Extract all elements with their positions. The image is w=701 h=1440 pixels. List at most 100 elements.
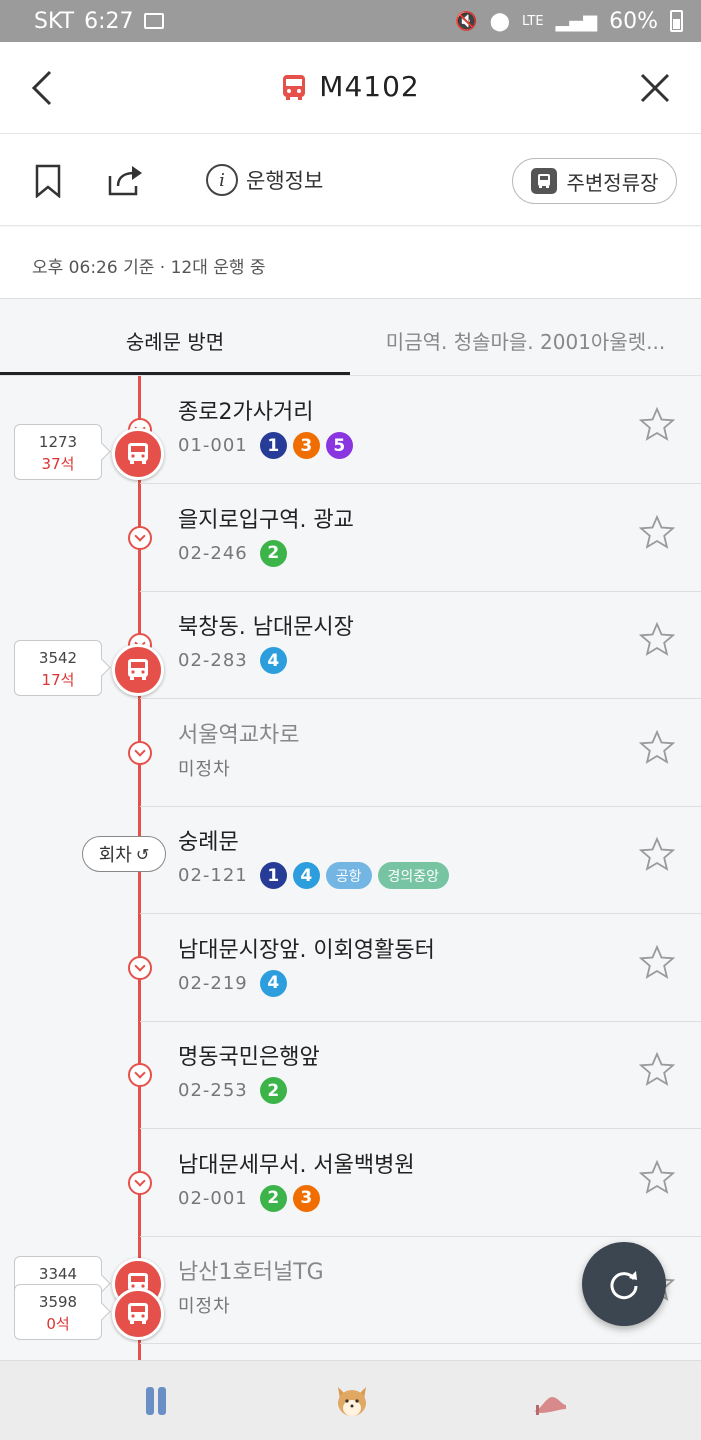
- stop-details: 02-283 4: [178, 647, 287, 674]
- tab-direction-2[interactable]: 미금역. 청솔마을. 2001아울렛...: [350, 326, 701, 355]
- bus-seats: 37석: [41, 455, 75, 473]
- stop-name: 남대문시장앞. 이회영활동터: [178, 937, 435, 963]
- direction-tabs: 숭례문 방면 미금역. 청솔마을. 2001아울렛...: [0, 300, 701, 376]
- stop-row[interactable]: 을지로입구역. 광교 02-246 2: [0, 484, 701, 592]
- gallery-notification-icon: [143, 13, 164, 29]
- stop-details: 미정차: [178, 1292, 237, 1318]
- subway-line-badge: 4: [259, 969, 287, 997]
- status-bar: SKT 6:27 🔇 ⬤ LTE ▂▄▆ 60%: [0, 0, 701, 42]
- stop-row[interactable]: 종로2가사거리 01-001 1 3 5: [0, 376, 701, 484]
- stop-node-icon: [128, 1063, 152, 1087]
- close-icon[interactable]: [639, 72, 671, 104]
- bus-marker-icon[interactable]: [112, 644, 164, 696]
- shiba-dog-icon[interactable]: [332, 1383, 372, 1419]
- bus-info-tag[interactable]: 1273 37석: [14, 424, 102, 480]
- stop-node-icon: [128, 955, 152, 980]
- bus-info-tag[interactable]: 3542 17석: [14, 640, 102, 696]
- favorite-star-icon[interactable]: [639, 406, 675, 442]
- stop-details: 02-253 2: [178, 1077, 287, 1104]
- stop-row[interactable]: 남대문세무서. 서울백병원 02-001 2 3: [0, 1129, 701, 1237]
- route-info-button[interactable]: i 운행정보: [206, 164, 323, 196]
- stop-details: 01-001 1 3 5: [178, 432, 353, 459]
- mute-icon: 🔇: [455, 10, 478, 32]
- u-turn-icon: ↺: [135, 844, 150, 864]
- route-info-label: 운행정보: [246, 169, 324, 193]
- signal-icon: ▂▄▆: [555, 10, 598, 32]
- subway-line-badge: 2: [259, 539, 287, 567]
- page-title: M4102: [0, 70, 701, 103]
- favorite-star-icon[interactable]: [639, 836, 675, 872]
- stop-row[interactable]: 남대문시장앞. 이회영활동터 02-219 4: [0, 914, 701, 1022]
- nearby-stops-button[interactable]: 주변정류장: [512, 158, 677, 204]
- network-label: LTE: [521, 13, 544, 29]
- toolbar: i 운행정보 주변정류장: [0, 134, 701, 226]
- active-tab-indicator: [0, 372, 350, 375]
- favorite-star-icon[interactable]: [639, 1051, 675, 1087]
- stop-code: 01-001: [178, 435, 248, 456]
- stop-code: 미정차: [178, 758, 231, 780]
- stop-code: 02-246: [178, 542, 248, 564]
- stop-row[interactable]: 명동국민은행앞 02-253 2: [0, 1021, 701, 1129]
- stop-name: 숭례문: [178, 830, 239, 855]
- subway-line-badge: 2: [259, 1184, 287, 1212]
- stop-node-icon: [128, 525, 152, 550]
- carrier-label: SKT: [34, 8, 75, 34]
- header: M4102: [0, 42, 701, 134]
- favorite-star-icon[interactable]: [639, 1159, 675, 1195]
- stop-name: 남대문세무서. 서울백병원: [178, 1152, 415, 1178]
- subway-line-badge: 4: [259, 647, 287, 674]
- stop-details: 02-246 2: [178, 539, 287, 567]
- bus-plate-number: 1273: [38, 433, 78, 451]
- turnaround-badge: 회차 ↺: [82, 836, 166, 872]
- battery-percent: 60%: [609, 8, 658, 34]
- tab-direction-1[interactable]: 숭례문 방면: [0, 326, 350, 355]
- stop-node-icon: [128, 740, 152, 765]
- stop-details: 02-219 4: [178, 969, 287, 997]
- clock: 6:27: [84, 8, 134, 34]
- bone-icon[interactable]: [136, 1383, 176, 1419]
- stop-name: 명동국민은행앞: [178, 1045, 320, 1070]
- bus-icon: [283, 74, 306, 100]
- bus-plate-number: 3344: [38, 1265, 78, 1283]
- favorite-star-icon[interactable]: [639, 514, 675, 550]
- favorite-star-icon[interactable]: [639, 944, 675, 980]
- subway-line-badge: 3: [292, 1184, 320, 1212]
- favorite-star-icon[interactable]: [639, 621, 675, 657]
- stop-name: 서울역교차로: [178, 722, 300, 748]
- row-divider: [140, 1343, 701, 1344]
- stop-name: 종로2가사거리: [178, 400, 314, 425]
- subway-line-badge: 1: [259, 432, 287, 459]
- bus-marker-icon[interactable]: [112, 1288, 164, 1340]
- turnaround-label: 회차: [98, 845, 132, 866]
- subway-line-tag: 경의중앙: [377, 862, 450, 889]
- location-icon: ⬤: [489, 10, 510, 32]
- bus-plate-number: 3598: [38, 1293, 78, 1311]
- stop-row[interactable]: 서울역교차로미정차: [0, 699, 701, 807]
- refresh-button[interactable]: [582, 1242, 666, 1326]
- stop-details: 미정차: [178, 755, 237, 781]
- route-number: M4102: [319, 70, 420, 103]
- bus-marker-icon[interactable]: [112, 428, 164, 480]
- subway-line-tag: 공항: [325, 862, 372, 889]
- refresh-icon: [610, 1271, 638, 1300]
- stop-code: 02-283: [178, 650, 248, 671]
- battery-icon: [670, 10, 683, 32]
- stop-code: 02-219: [178, 972, 248, 994]
- nearby-stops-label: 주변정류장: [566, 170, 659, 195]
- stop-code: 미정차: [178, 1296, 231, 1317]
- bus-info-tag[interactable]: 3598 0석: [14, 1284, 102, 1340]
- stop-row[interactable]: 북창동. 남대문시장 02-283 4: [0, 591, 701, 699]
- stop-list[interactable]: 종로2가사거리 01-001 1 3 5 을지로입구역. 광교 02-246 2 북창동. 남대…: [0, 376, 701, 1360]
- status-summary: 오후 06:26 기준 · 12대 운행 중: [0, 227, 701, 299]
- bus-seats: 17석: [41, 671, 75, 689]
- high-heel-icon[interactable]: [530, 1383, 570, 1419]
- stop-name: 남산1호터널TG: [178, 1260, 324, 1285]
- share-icon[interactable]: [106, 164, 146, 196]
- subway-line-badge: 1: [259, 862, 287, 889]
- stop-details: 02-001 2 3: [178, 1184, 320, 1212]
- stop-code: 02-253: [178, 1080, 248, 1101]
- stop-node-icon: [128, 1170, 152, 1195]
- favorite-star-icon[interactable]: [639, 729, 675, 765]
- bookmark-icon[interactable]: [34, 164, 62, 198]
- info-icon: i: [206, 164, 238, 196]
